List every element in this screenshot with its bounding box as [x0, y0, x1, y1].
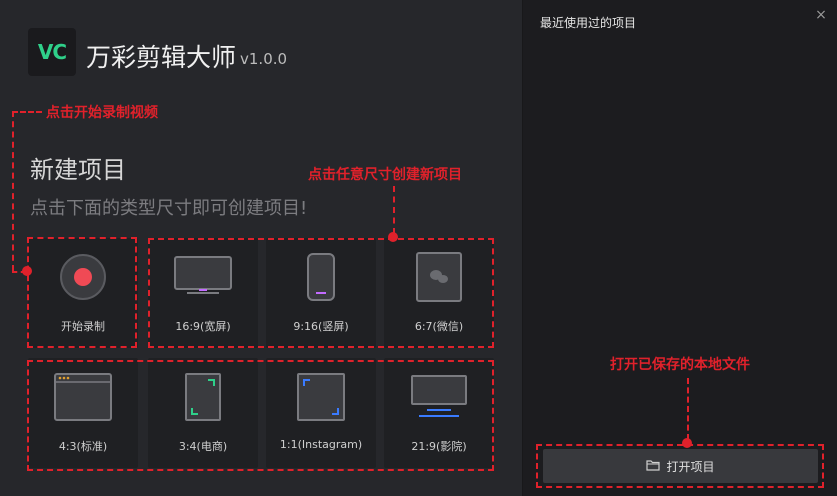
annotation-record: 点击开始录制视频: [46, 105, 158, 121]
recent-projects-title: 最近使用过的项目: [540, 16, 637, 30]
close-icon[interactable]: ×: [812, 6, 830, 24]
annotation-open: 打开已保存的本地文件: [610, 357, 750, 373]
annotation-leader: [687, 378, 689, 440]
app-version: v1.0.0: [240, 50, 288, 68]
annotation-sizes: 点击任意尺寸创建新项目: [308, 167, 462, 183]
recent-projects-pane: [522, 0, 837, 496]
open-project-button[interactable]: 打开项目: [543, 449, 818, 483]
folder-icon: [646, 459, 661, 474]
highlight-record-tile: [27, 237, 137, 348]
annotation-leader: [12, 111, 14, 271]
section-title: 新建项目: [30, 156, 126, 184]
app-title: 万彩剪辑大师: [86, 43, 237, 72]
section-subtitle: 点击下面的类型尺寸即可创建项目!: [30, 198, 308, 219]
annotation-leader: [393, 186, 395, 234]
app-logo: VC: [28, 28, 76, 76]
open-project-label: 打开项目: [666, 459, 715, 474]
logo-text: VC: [37, 40, 67, 64]
highlight-size-tiles-bottom: [27, 360, 494, 471]
highlight-size-tiles-top: [148, 238, 494, 348]
annotation-leader: [12, 111, 42, 113]
